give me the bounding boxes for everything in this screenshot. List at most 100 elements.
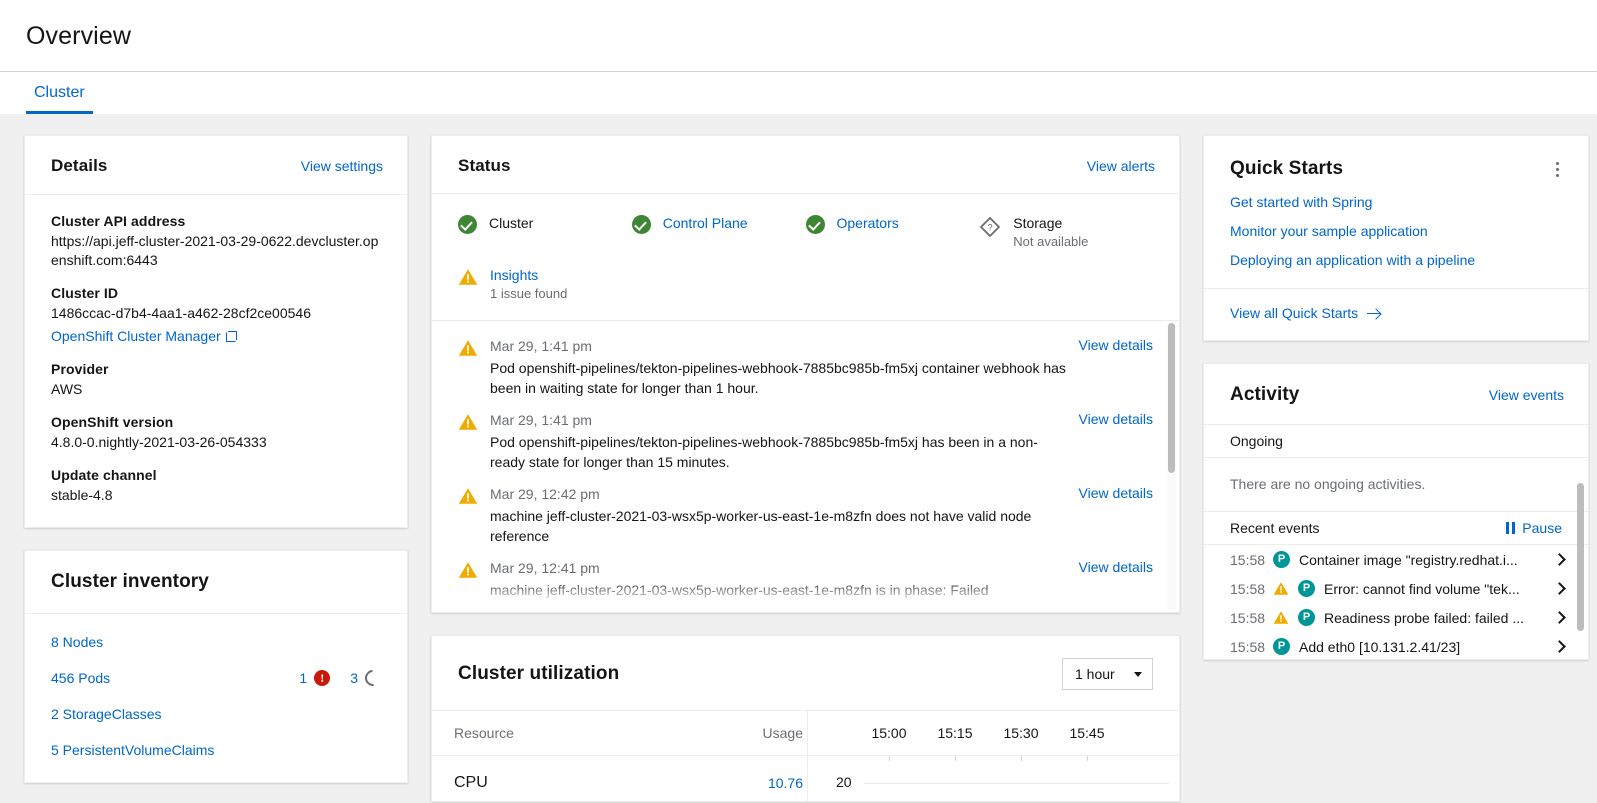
inventory-link-storageclasses[interactable]: 2 StorageClasses bbox=[51, 706, 162, 722]
inventory-link-pods[interactable]: 456 Pods bbox=[51, 670, 110, 686]
alerts-scrollbar-thumb[interactable] bbox=[1168, 323, 1175, 473]
view-alerts-link[interactable]: View alerts bbox=[1087, 158, 1155, 174]
utilization-usage-value[interactable]: 10.76 bbox=[715, 756, 807, 801]
alert-timestamp: Mar 29, 12:42 pm bbox=[490, 486, 600, 502]
ongoing-section-label: Ongoing bbox=[1204, 425, 1588, 458]
event-row[interactable]: 15:58 P Error: cannot find volume "tek..… bbox=[1204, 574, 1588, 603]
pod-error-badge[interactable]: 1 ! bbox=[299, 670, 331, 686]
activity-card-header: Activity View events bbox=[1204, 364, 1588, 424]
alerts-list-container: Mar 29, 1:41 pm Pod openshift-pipelines/… bbox=[432, 320, 1179, 612]
quick-starts-header: Quick Starts bbox=[1204, 136, 1588, 194]
event-row[interactable]: 15:58 P Container image "registry.redhat… bbox=[1204, 545, 1588, 574]
duration-select[interactable]: 1 hour bbox=[1062, 658, 1153, 690]
detail-term-provider: Provider bbox=[51, 361, 109, 377]
cluster-utilization-card: Cluster utilization 1 hour Resource Usag… bbox=[431, 635, 1180, 802]
quick-starts-footer: View all Quick Starts bbox=[1204, 288, 1588, 340]
inventory-title: Cluster inventory bbox=[51, 571, 209, 592]
alert-view-details-link[interactable]: View details bbox=[1079, 411, 1153, 472]
quick-starts-list: Get started with Spring Monitor your sam… bbox=[1204, 194, 1588, 288]
alert-description: machine jeff-cluster-2021-03-wsx5p-worke… bbox=[490, 508, 1032, 544]
status-title: Status bbox=[458, 156, 511, 175]
cluster-manager-link-row: OpenShift Cluster Manager bbox=[51, 327, 381, 346]
status-grid: Cluster Control Plane Operators ? Storag… bbox=[432, 194, 1179, 320]
event-timestamp: 15:58 bbox=[1230, 551, 1266, 568]
pod-resource-icon: P bbox=[1298, 580, 1315, 597]
utilization-row-cpu: CPU 10.76 20 bbox=[432, 755, 1179, 801]
status-item-operators[interactable]: Operators bbox=[805, 214, 980, 250]
tabbar: Cluster bbox=[0, 71, 1597, 114]
page-header: Overview bbox=[0, 0, 1597, 71]
details-title: Details bbox=[51, 156, 108, 175]
inventory-link-pvcs[interactable]: 5 PersistentVolumeClaims bbox=[51, 742, 214, 758]
chart-x-tickmarks bbox=[856, 756, 1120, 761]
middle-column: Status View alerts Cluster Control Plane bbox=[431, 135, 1180, 802]
status-item-control-plane[interactable]: Control Plane bbox=[631, 214, 806, 250]
inventory-pod-badges: 1 ! 3 bbox=[299, 666, 385, 690]
chart-axis-header: 15:00 15:15 15:30 15:45 bbox=[807, 711, 1179, 755]
alert-view-details-link[interactable]: View details bbox=[1079, 485, 1153, 546]
activity-scrollbar[interactable] bbox=[1576, 427, 1585, 657]
quick-start-item-monitor[interactable]: Monitor your sample application bbox=[1230, 223, 1562, 239]
pause-label: Pause bbox=[1522, 520, 1562, 536]
chevron-right-icon[interactable] bbox=[1553, 640, 1566, 653]
detail-value-api-address: https://api.jeff-cluster-2021-03-29-0622… bbox=[51, 233, 379, 268]
status-card: Status View alerts Cluster Control Plane bbox=[431, 135, 1180, 613]
duration-select-value: 1 hour bbox=[1075, 666, 1115, 682]
event-row[interactable]: 15:58 P Readiness probe failed: failed .… bbox=[1204, 603, 1588, 632]
chevron-right-icon[interactable] bbox=[1553, 582, 1566, 595]
activity-scrollbar-thumb[interactable] bbox=[1577, 483, 1584, 631]
detail-term-api-address: Cluster API address bbox=[51, 213, 186, 229]
status-sub-insights: 1 issue found bbox=[490, 286, 568, 301]
details-card-body: Cluster API address https://api.jeff-clu… bbox=[25, 195, 407, 527]
tab-cluster[interactable]: Cluster bbox=[26, 72, 93, 114]
status-card-header: Status View alerts bbox=[432, 136, 1179, 193]
x-tick-label: 15:45 bbox=[1069, 725, 1105, 741]
warning-triangle-icon bbox=[1273, 610, 1289, 625]
in-progress-spinner-icon bbox=[361, 666, 385, 690]
status-item-cluster[interactable]: Cluster bbox=[458, 214, 632, 250]
view-all-quick-starts-link[interactable]: View all Quick Starts bbox=[1230, 305, 1381, 321]
inventory-row-nodes[interactable]: 8 Nodes bbox=[51, 628, 381, 664]
x-tick-label: 15:00 bbox=[871, 725, 907, 741]
utilization-table: Resource Usage 15:00 15:15 15:30 15:45 C… bbox=[432, 710, 1179, 801]
inventory-link-nodes[interactable]: 8 Nodes bbox=[51, 634, 103, 650]
quick-start-item-spring[interactable]: Get started with Spring bbox=[1230, 194, 1562, 210]
event-timestamp: 15:58 bbox=[1230, 580, 1266, 597]
inventory-row-pvcs[interactable]: 5 PersistentVolumeClaims bbox=[51, 736, 381, 760]
view-events-link[interactable]: View events bbox=[1489, 387, 1564, 403]
ongoing-empty-message: There are no ongoing activities. bbox=[1204, 458, 1588, 512]
event-message: Container image "registry.redhat.i... bbox=[1299, 551, 1518, 568]
error-circle-icon: ! bbox=[314, 670, 331, 686]
alert-view-details-link[interactable]: View details bbox=[1079, 559, 1153, 600]
pod-progress-badge[interactable]: 3 bbox=[350, 666, 385, 690]
alerts-scrollbar[interactable] bbox=[1167, 323, 1176, 610]
event-message: Readiness probe failed: failed ... bbox=[1324, 609, 1525, 626]
x-tick-label: 15:30 bbox=[1003, 725, 1039, 741]
activity-scroll-container: Ongoing There are no ongoing activities.… bbox=[1204, 424, 1588, 659]
quick-start-item-pipeline[interactable]: Deploying an application with a pipeline bbox=[1230, 252, 1562, 268]
warning-triangle-icon bbox=[1273, 581, 1289, 596]
chevron-right-icon[interactable] bbox=[1553, 553, 1566, 566]
view-settings-link[interactable]: View settings bbox=[301, 158, 383, 174]
status-label-insights[interactable]: Insights bbox=[490, 266, 567, 284]
status-label-control-plane[interactable]: Control Plane bbox=[663, 214, 748, 232]
inventory-row-storageclasses[interactable]: 2 StorageClasses bbox=[51, 700, 381, 736]
inventory-row-pods[interactable]: 456 Pods 1 ! 3 bbox=[51, 664, 385, 700]
column-header-usage: Usage bbox=[762, 725, 803, 741]
status-item-storage[interactable]: ? Storage Not available bbox=[979, 214, 1153, 250]
status-label-operators[interactable]: Operators bbox=[837, 214, 899, 232]
detail-term-update-channel: Update channel bbox=[51, 467, 157, 483]
event-timestamp: 15:58 bbox=[1230, 638, 1266, 655]
status-item-insights[interactable]: Insights 1 issue found bbox=[458, 266, 632, 302]
inventory-card-body: 8 Nodes 456 Pods 1 ! 3 2 StorageClasses … bbox=[25, 614, 407, 782]
warning-triangle-icon bbox=[458, 487, 478, 506]
chevron-right-icon[interactable] bbox=[1553, 611, 1566, 624]
alert-view-details-link[interactable]: View details bbox=[1079, 337, 1153, 398]
alerts-list: Mar 29, 1:41 pm Pod openshift-pipelines/… bbox=[432, 321, 1179, 612]
openshift-cluster-manager-link[interactable]: OpenShift Cluster Manager bbox=[51, 327, 237, 346]
event-row[interactable]: 15:58 P Add eth0 [10.131.2.41/23] bbox=[1204, 632, 1588, 659]
kebab-menu-icon[interactable] bbox=[1546, 158, 1568, 180]
pod-resource-icon: P bbox=[1273, 551, 1290, 568]
details-card: Details View settings Cluster API addres… bbox=[24, 135, 408, 528]
pause-button[interactable]: Pause bbox=[1505, 520, 1562, 536]
